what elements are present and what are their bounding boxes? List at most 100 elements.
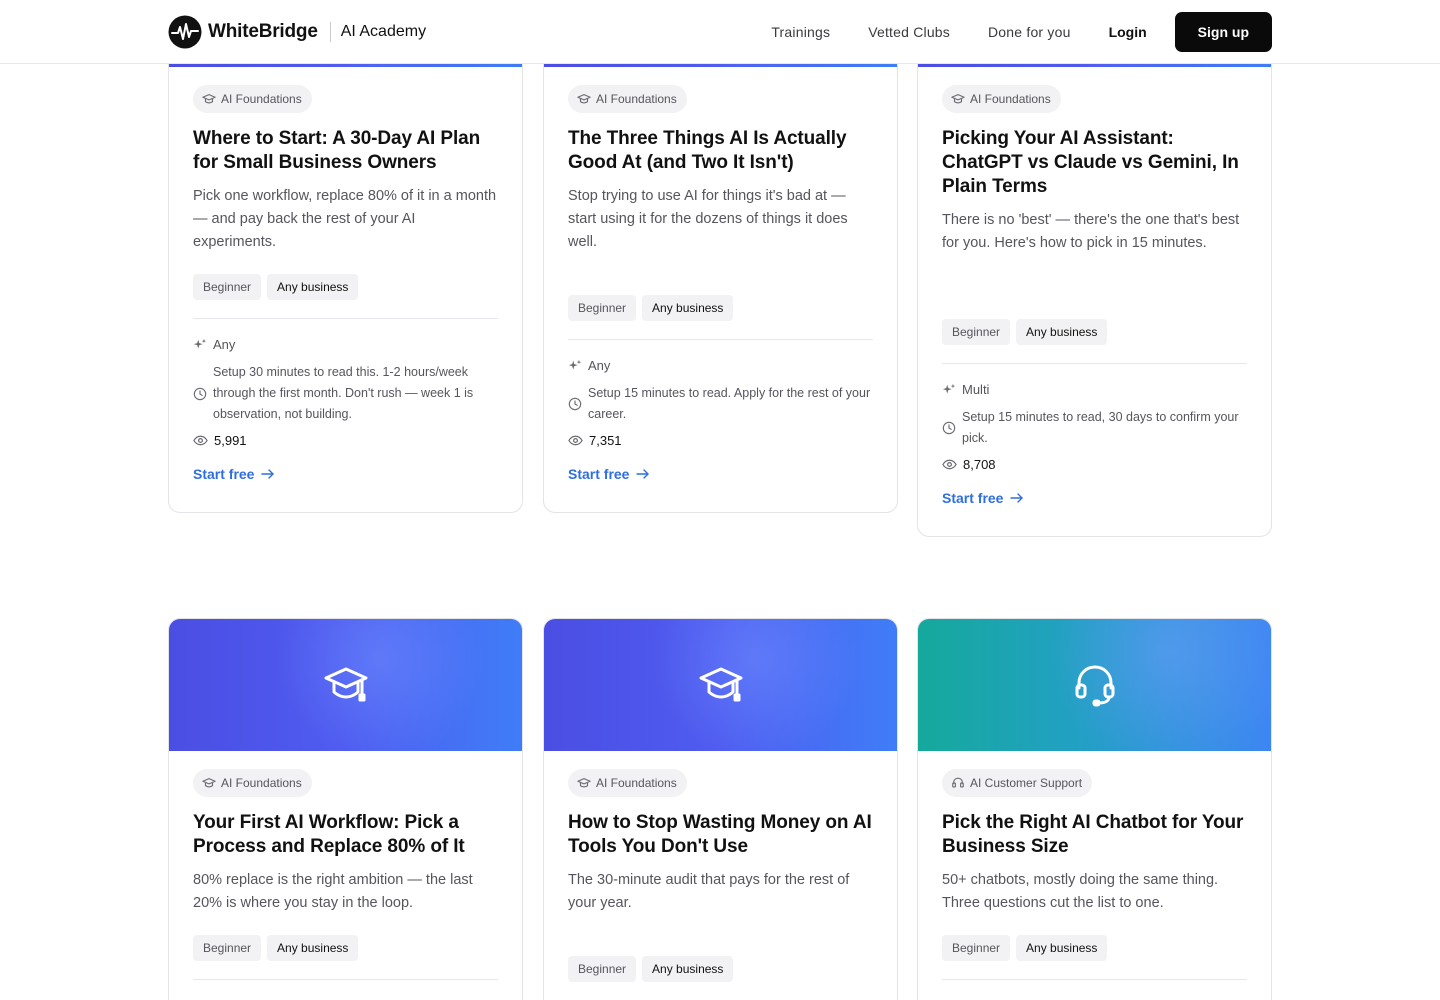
cta-label: Start free [193,466,255,482]
ai-type-row: Multi [942,382,1247,397]
category-chip: AI Foundations [942,85,1061,113]
ai-type-label: Multi [962,382,990,397]
sign-up-button[interactable]: Sign up [1174,12,1272,52]
level-tag: Beginner [193,935,262,961]
business-tag: Any business [267,935,359,961]
tag-list: Beginner Any business [568,956,873,982]
tag-list: Beginner Any business [193,274,498,300]
card-title[interactable]: Your First AI Workflow: Pick a Process a… [193,811,498,859]
card-banner [918,619,1271,751]
views-row: 5,991 [193,433,498,448]
top-navigation-bar: WhiteBridge AI Academy Trainings Vetted … [0,0,1440,64]
card-title[interactable]: Picking Your AI Assistant: ChatGPT vs Cl… [942,127,1247,199]
graduation-cap-icon [202,778,216,788]
login-link[interactable]: Login [1109,24,1147,40]
card-banner [544,619,897,751]
card-description: There is no 'best' — there's the one tha… [942,212,1240,251]
divider [193,318,498,319]
eye-icon [942,459,957,470]
category-label: AI Foundations [970,92,1051,106]
cta-label: Start free [942,490,1004,506]
card-description: Pick one workflow, replace 80% of it in … [193,188,497,250]
divider [193,979,498,980]
views-row: 8,708 [942,457,1247,472]
arrow-right-icon [261,469,275,479]
course-card[interactable]: AI Customer Support Pick the Right AI Ch… [917,618,1272,1000]
course-card[interactable]: AI Foundations Where to Start: A 30-Day … [168,0,523,513]
graduation-cap-icon [202,94,216,104]
ai-type-label: Any [588,358,611,373]
divider [568,339,873,340]
nav-link-trainings[interactable]: Trainings [771,24,830,40]
ai-type-row: Any [193,337,498,352]
graduation-cap-icon [577,94,591,104]
start-free-link[interactable]: Start free [568,466,650,482]
view-count: 5,991 [214,433,247,448]
setup-text: Setup 15 minutes to read, 30 days to con… [962,410,1239,445]
category-chip: AI Foundations [568,85,687,113]
course-card[interactable]: AI Foundations Your First AI Workflow: P… [168,618,523,1000]
headset-icon [1075,665,1114,707]
setup-text: Setup 15 minutes to read. Apply for the … [588,386,871,421]
card-description: Stop trying to use AI for things it's ba… [568,188,848,250]
brand[interactable]: WhiteBridge AI Academy [168,15,426,49]
course-card[interactable]: AI Foundations How to Stop Wasting Money… [543,618,898,1000]
business-tag: Any business [1016,319,1108,345]
sparkle-icon [193,338,207,348]
card-title[interactable]: Where to Start: A 30-Day AI Plan for Sma… [193,127,498,175]
business-tag: Any business [267,274,359,300]
card-description: The 30-minute audit that pays for the re… [568,872,850,911]
level-tag: Beginner [568,295,637,321]
graduation-cap-icon [951,94,965,104]
course-card[interactable]: AI Foundations The Three Things AI Is Ac… [543,0,898,513]
tag-list: Beginner Any business [193,935,498,961]
product-name: AI Academy [340,23,427,40]
card-description: 80% replace is the right ambition — the … [193,872,473,911]
nav-link-vetted-clubs[interactable]: Vetted Clubs [868,24,950,40]
brand-name: WhiteBridge [208,21,318,42]
card-title[interactable]: The Three Things AI Is Actually Good At … [568,127,873,175]
category-label: AI Foundations [221,776,302,790]
view-count: 7,351 [589,433,622,448]
card-title[interactable]: Pick the Right AI Chatbot for Your Busin… [942,811,1247,859]
sparkle-icon [942,383,956,393]
card-title[interactable]: How to Stop Wasting Money on AI Tools Yo… [568,811,873,859]
graduation-cap-icon [324,667,367,702]
nav-link-done-for-you[interactable]: Done for you [988,24,1071,40]
eye-icon [193,435,208,446]
start-free-link[interactable]: Start free [942,490,1024,506]
category-label: AI Foundations [221,92,302,106]
level-tag: Beginner [568,956,637,982]
level-tag: Beginner [942,319,1011,345]
card-banner [169,619,522,751]
category-label: AI Customer Support [970,776,1083,790]
ai-type-row: Any [568,358,873,373]
eye-icon [568,435,583,446]
views-row: 7,351 [568,433,873,448]
business-tag: Any business [1016,935,1108,961]
tag-list: Beginner Any business [942,319,1247,345]
start-free-link[interactable]: Start free [193,466,275,482]
tag-list: Beginner Any business [568,295,873,321]
business-tag: Any business [642,295,734,321]
setup-text: Setup 30 minutes to read this. 1-2 hours… [213,365,474,421]
setup-row: Setup 15 minutes to read. Apply for the … [568,383,873,425]
arrow-right-icon [1010,493,1024,503]
headset-icon [952,777,964,788]
category-chip: AI Customer Support [942,769,1093,797]
sparkle-icon [568,359,582,369]
main-nav: Trainings Vetted Clubs Done for you Logi… [771,12,1272,52]
course-card[interactable]: AI Foundations Picking Your AI Assistant… [917,0,1272,537]
cta-label: Start free [568,466,630,482]
arrow-right-icon [636,469,650,479]
level-tag: Beginner [942,935,1011,961]
category-chip: AI Foundations [193,85,312,113]
whitebridge-logo-icon [168,15,202,49]
category-label: AI Foundations [596,92,677,106]
level-tag: Beginner [193,274,262,300]
setup-row: Setup 15 minutes to read, 30 days to con… [942,407,1247,449]
business-tag: Any business [642,956,734,982]
divider [942,979,1247,980]
tag-list: Beginner Any business [942,935,1247,961]
card-description: 50+ chatbots, mostly doing the same thin… [942,872,1219,911]
